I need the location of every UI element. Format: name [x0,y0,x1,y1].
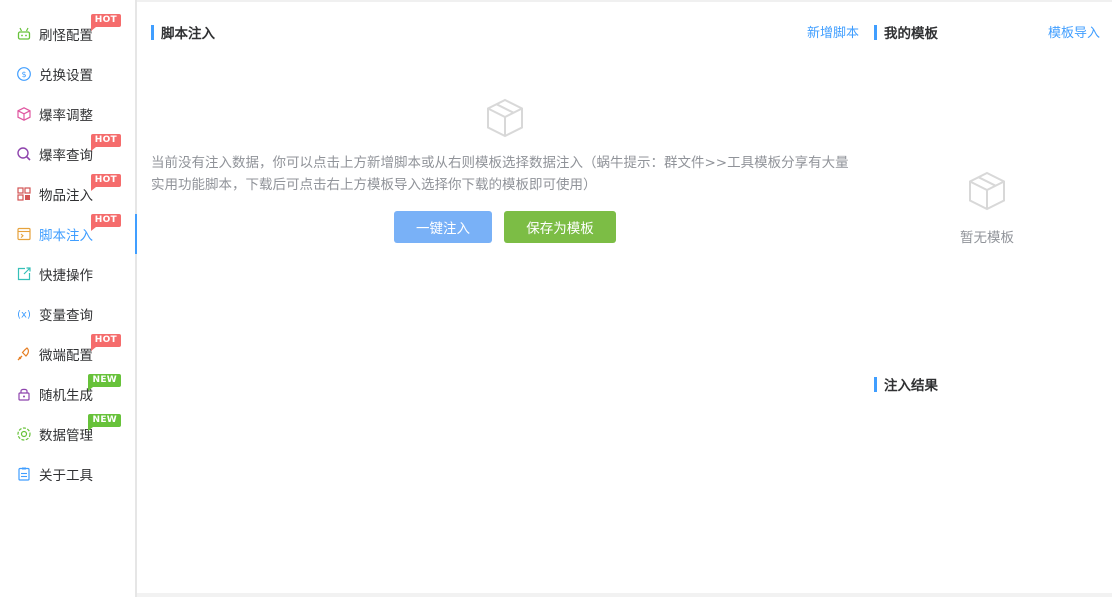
top-divider [137,0,1112,2]
sidebar-item-label: 刷怪配置 [39,28,93,44]
save-as-template-button[interactable]: 保存为模板 [504,211,616,243]
hot-badge: HOT [90,174,121,191]
sidebar-item-label: 物品注入 [39,188,93,204]
new-badge: NEW [88,374,121,391]
svg-text:(x): (x) [17,310,31,321]
script-panel-title: 脚本注入 [151,22,215,42]
template-panel-title-text: 我的模板 [884,26,938,42]
sidebar-item-data-management[interactable]: 数据管理 NEW [0,414,135,454]
lock-icon [16,386,32,402]
result-panel-title-text: 注入结果 [884,378,938,394]
sidebar-item-monster-config[interactable]: 刷怪配置 HOT [0,14,135,54]
rocket-icon [16,346,32,362]
sidebar-item-item-inject[interactable]: 物品注入 HOT [0,174,135,214]
sidebar-item-random-generate[interactable]: 随机生成 NEW [0,374,135,414]
sidebar-item-label: 数据管理 [39,428,93,444]
sidebar-item-label: 关于工具 [39,468,93,484]
script-panel-title-text: 脚本注入 [161,26,215,42]
sidebar-item-about[interactable]: 关于工具 [0,454,135,494]
sidebar-item-client-config[interactable]: 微端配置 HOT [0,334,135,374]
sidebar-item-label: 变量查询 [39,308,93,324]
sidebar-item-variable-query[interactable]: (x) 变量查询 [0,294,135,334]
terminal-icon [16,226,32,242]
sidebar-item-script-inject[interactable]: 脚本注入 HOT [0,214,137,254]
sidebar-item-label: 爆率调整 [39,108,93,124]
variable-icon: (x) [16,306,32,322]
sidebar-item-label: 脚本注入 [39,228,93,244]
title-accent-bar [874,24,877,40]
title-accent-bar [151,24,154,40]
cube-icon [16,106,32,122]
empty-template-box-icon [966,170,1008,212]
dollar-circle-icon: $ [16,66,32,82]
sidebar-item-label: 快捷操作 [39,268,93,284]
svg-text:$: $ [21,70,26,79]
android-robot-icon [16,26,32,42]
result-panel-title: 注入结果 [874,374,938,394]
one-click-inject-button[interactable]: 一键注入 [394,211,492,243]
sidebar-item-droprate-adjust[interactable]: 爆率调整 [0,94,135,134]
template-panel-title: 我的模板 [874,22,938,42]
sidebar-item-exchange-settings[interactable]: $ 兑换设置 [0,54,135,94]
empty-box-icon [484,97,526,139]
sidebar: 刷怪配置 HOT $ 兑换设置 爆率调整 爆率查询 HOT 物品注入 HOT 脚… [0,0,137,597]
sidebar-item-label: 爆率查询 [39,148,93,164]
sidebar-item-label: 兑换设置 [39,68,93,84]
grid-icon [16,186,32,202]
hot-badge: HOT [90,214,121,231]
bottom-divider [137,593,1112,597]
document-icon [16,466,32,482]
add-script-link[interactable]: 新增脚本 [807,22,859,41]
template-import-link[interactable]: 模板导入 [1048,22,1100,41]
settings-ring-icon [16,426,32,442]
template-empty-text: 暂无模板 [960,230,1014,246]
search-icon [16,146,32,162]
hot-badge: HOT [90,134,121,151]
hot-badge: HOT [90,14,121,31]
sidebar-item-droprate-query[interactable]: 爆率查询 HOT [0,134,135,174]
sidebar-item-label: 微端配置 [39,348,93,364]
sidebar-item-label: 随机生成 [39,388,93,404]
external-link-icon [16,266,32,282]
hot-badge: HOT [90,334,121,351]
sidebar-item-quick-ops[interactable]: 快捷操作 [0,254,135,294]
new-badge: NEW [88,414,121,431]
script-empty-text: 当前没有注入数据，你可以点击上方新增脚本或从右则模板选择数据注入（蜗牛提示：群文… [151,155,849,193]
title-accent-bar [874,376,877,392]
